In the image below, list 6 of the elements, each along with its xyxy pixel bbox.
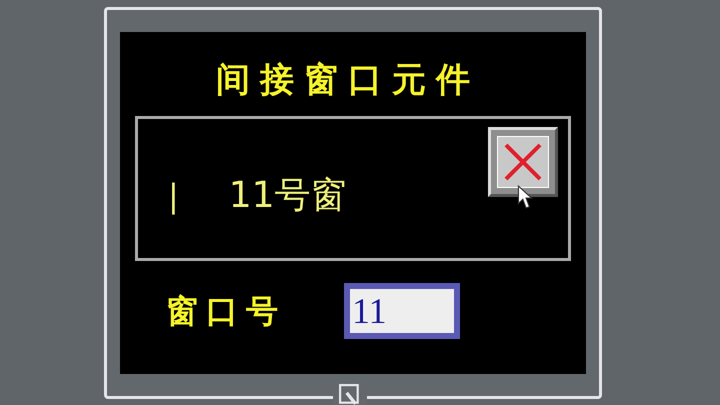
window-number-label: 窗口号 xyxy=(166,295,286,327)
close-icon xyxy=(497,136,549,188)
mouse-pointer-icon xyxy=(517,185,533,209)
window-content: 11号窗 xyxy=(228,178,347,214)
close-button[interactable] xyxy=(488,127,558,197)
window-number-field[interactable]: 11 xyxy=(344,283,460,339)
